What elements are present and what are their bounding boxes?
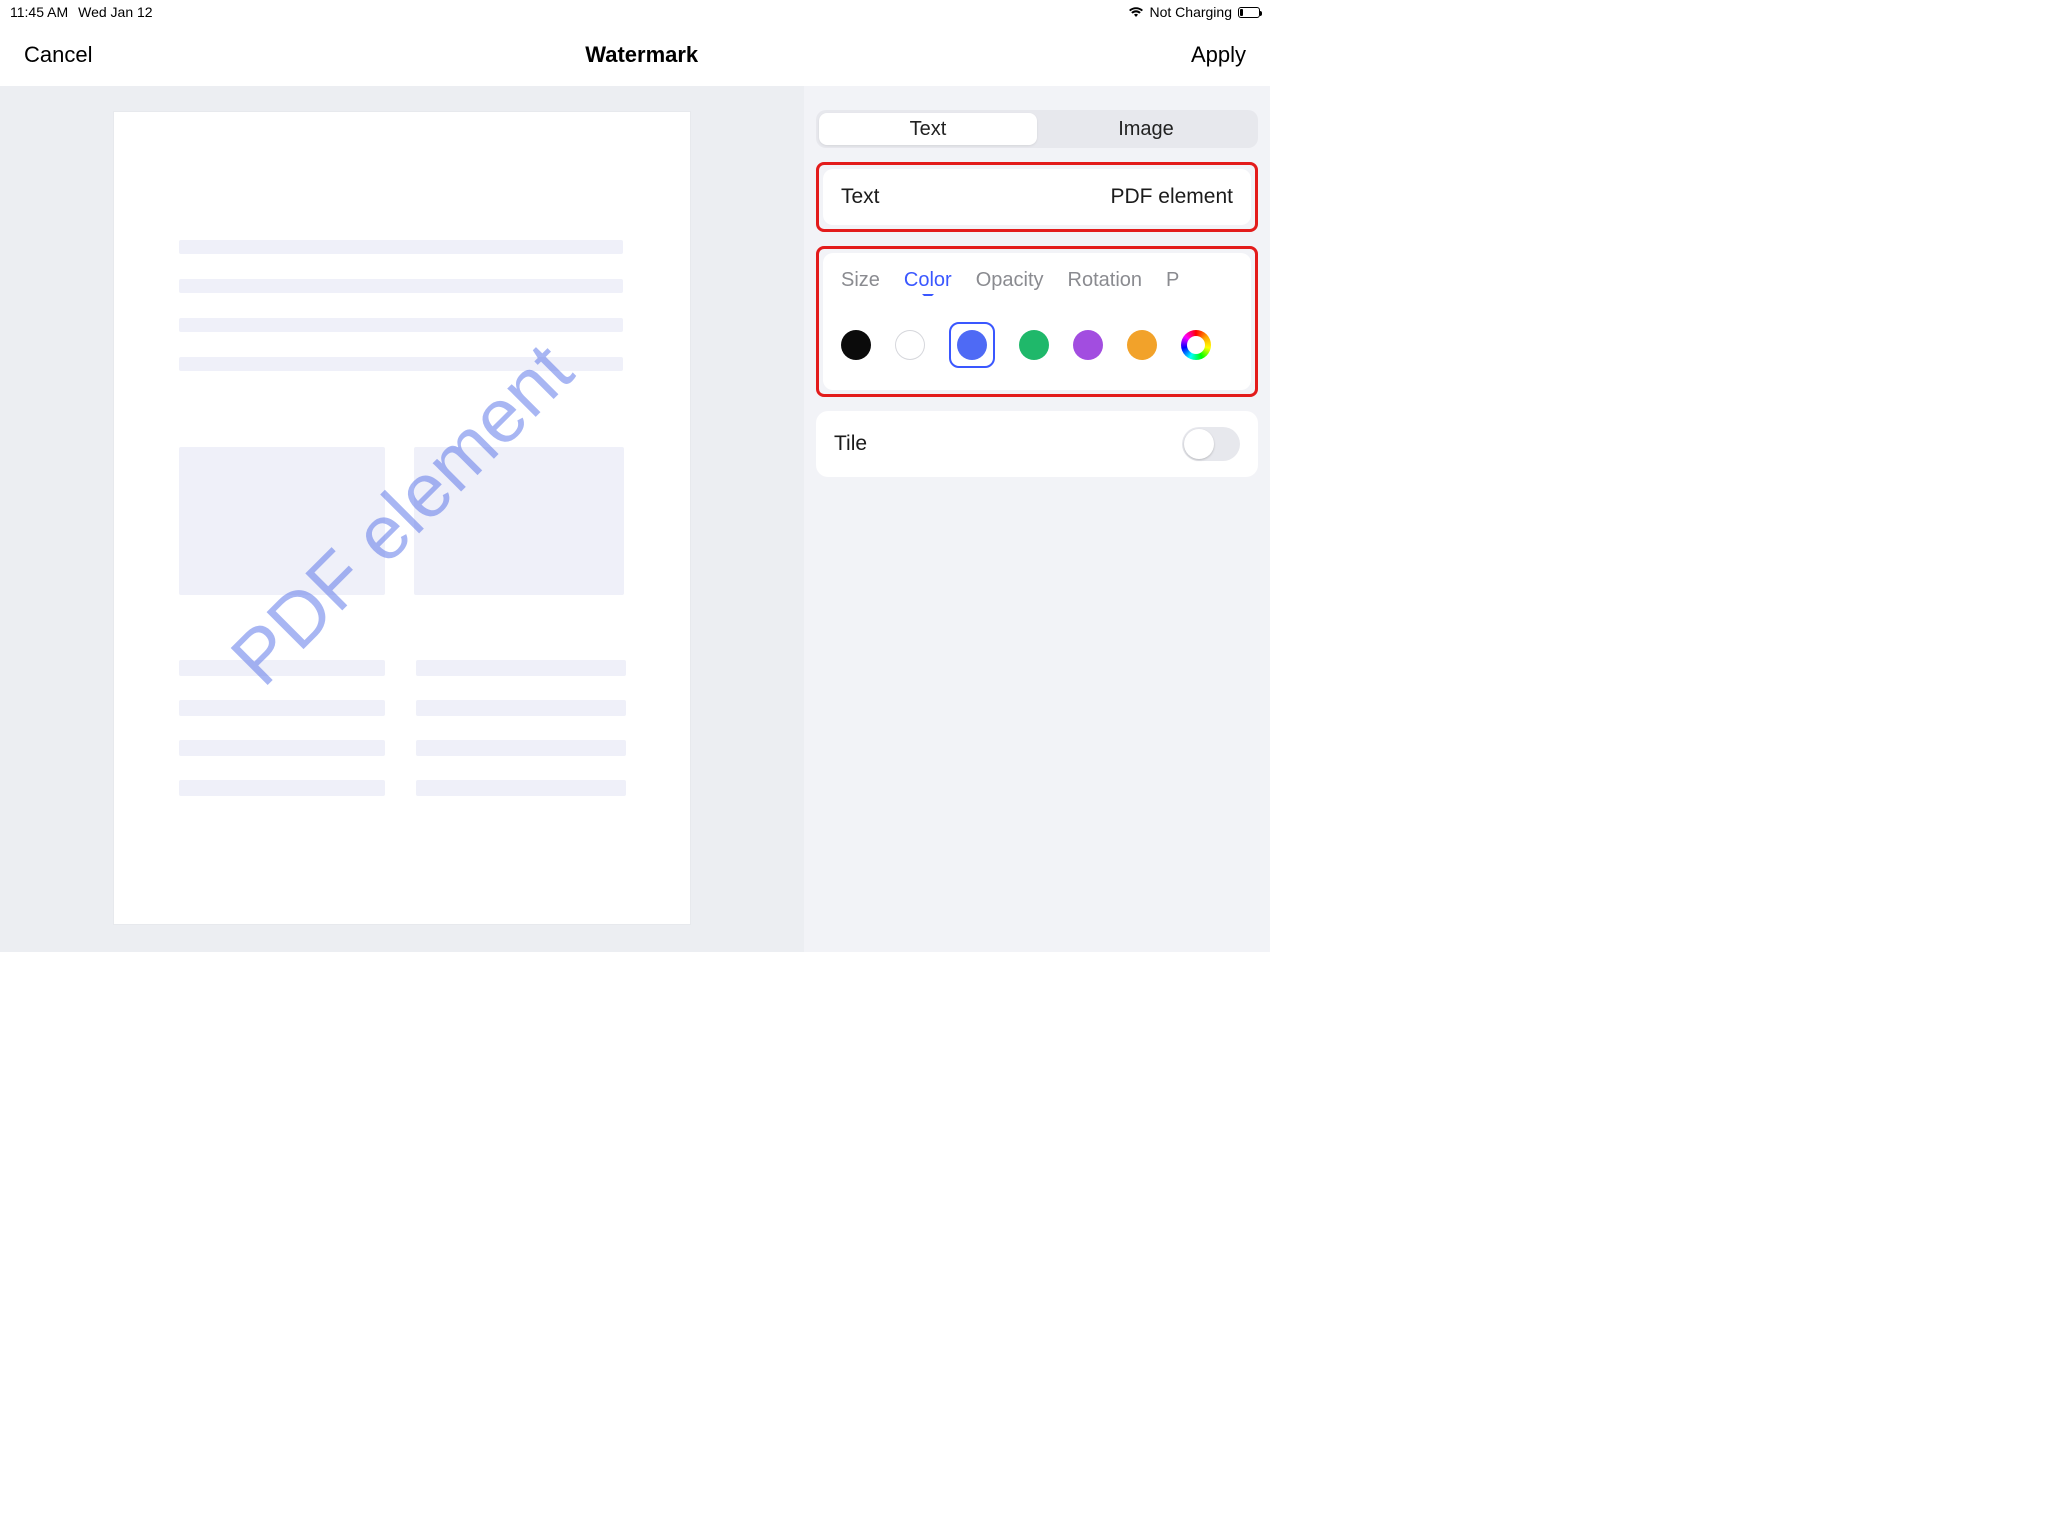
tab-size[interactable]: Size [841,269,880,292]
color-swatch-blue [957,330,987,360]
color-swatch-blue-selected[interactable] [949,322,995,368]
tab-color[interactable]: Color [904,269,952,292]
annotation-highlight-text-row: Text PDF element [816,162,1258,232]
tab-opacity[interactable]: Opacity [976,269,1044,292]
segment-text[interactable]: Text [819,113,1037,145]
color-swatch-white[interactable] [895,330,925,360]
tile-toggle-knob [1184,429,1214,459]
text-input-row[interactable]: Text PDF element [823,169,1251,225]
color-swatch-purple[interactable] [1073,330,1103,360]
color-swatch-orange[interactable] [1127,330,1157,360]
tab-rotation[interactable]: Rotation [1068,269,1143,292]
color-swatch-black[interactable] [841,330,871,360]
text-properties-card: Size Color Opacity Rotation P [823,253,1251,390]
apply-button[interactable]: Apply [1191,42,1246,68]
tile-card: Tile [816,411,1258,477]
property-tabs: Size Color Opacity Rotation P [823,253,1251,296]
battery-icon [1238,7,1260,18]
color-swatches [823,296,1251,390]
status-battery-text: Not Charging [1150,4,1233,20]
status-date: Wed Jan 12 [78,4,152,20]
text-row-value[interactable]: PDF element [1110,185,1233,209]
color-swatch-green[interactable] [1019,330,1049,360]
annotation-highlight-color-panel: Size Color Opacity Rotation P [816,246,1258,397]
nav-bar: Cancel Watermark Apply [0,24,1270,86]
text-row-label: Text [841,185,880,209]
tile-toggle[interactable] [1182,427,1240,461]
tile-label: Tile [834,432,867,456]
document-page-preview: PDF element [114,112,690,924]
workspace: PDF element Text Image Text PDF element … [0,86,1270,952]
preview-pane: PDF element [0,86,804,952]
watermark-type-segmented: Text Image [816,110,1258,148]
color-swatch-custom[interactable] [1181,330,1211,360]
status-time: 11:45 AM [10,4,68,20]
status-bar: 11:45 AM Wed Jan 12 Not Charging [0,0,1270,24]
cancel-button[interactable]: Cancel [24,42,92,68]
tab-position-partial[interactable]: P [1166,269,1179,292]
page-title: Watermark [585,42,698,68]
segment-image[interactable]: Image [1037,113,1255,145]
wifi-icon [1128,6,1144,18]
controls-pane: Text Image Text PDF element Size Color O… [804,86,1270,952]
